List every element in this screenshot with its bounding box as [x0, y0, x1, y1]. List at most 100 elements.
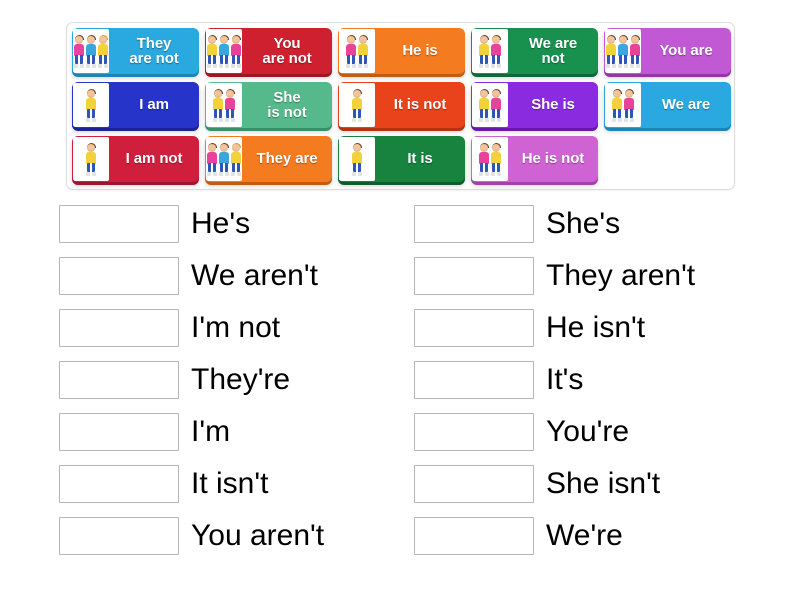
- person-figure-icon: [231, 35, 242, 69]
- draggable-tile[interactable]: It is not: [338, 82, 465, 128]
- answer-prompt-text: I'm: [191, 415, 231, 448]
- person-figure-icon: [491, 89, 502, 123]
- tile-people-thumbnail-icon: [73, 83, 109, 127]
- tile-label: You are not: [262, 34, 312, 67]
- answer-drop-box[interactable]: [414, 205, 534, 243]
- draggable-tile[interactable]: You are: [604, 28, 731, 74]
- answer-row: It isn't: [59, 458, 324, 510]
- person-figure-icon: [352, 143, 363, 177]
- draggable-tile[interactable]: She is: [471, 82, 598, 128]
- answer-prompt-text: It's: [546, 363, 584, 396]
- draggable-tile[interactable]: He is not: [471, 136, 598, 182]
- person-figure-icon: [479, 143, 490, 177]
- answer-prompt-text: It isn't: [191, 467, 269, 500]
- draggable-tile[interactable]: I am: [72, 82, 199, 128]
- tile-label: He is: [402, 42, 438, 60]
- person-figure-icon: [231, 143, 242, 177]
- answer-prompt-text: She's: [546, 207, 621, 240]
- tile-people-thumbnail-icon: [472, 83, 508, 127]
- tile-people-thumbnail-icon: [206, 29, 242, 73]
- answer-prompt-text: He's: [191, 207, 251, 240]
- person-figure-icon: [479, 35, 490, 69]
- tile-label: It is: [407, 150, 433, 168]
- tile-label: He is not: [521, 150, 585, 168]
- answer-row: She's: [414, 198, 695, 250]
- tile-label: We are: [661, 96, 711, 114]
- draggable-tile[interactable]: They are not: [72, 28, 199, 74]
- tile-label: They are: [256, 150, 318, 168]
- answer-drop-box[interactable]: [59, 309, 179, 347]
- person-figure-icon: [612, 89, 623, 123]
- answer-drop-box[interactable]: [414, 413, 534, 451]
- person-figure-icon: [213, 89, 224, 123]
- answer-row: We're: [414, 510, 695, 562]
- answer-row: They're: [59, 354, 324, 406]
- person-figure-icon: [606, 35, 617, 69]
- person-figure-icon: [219, 35, 230, 69]
- answer-prompt-text: They're: [191, 363, 291, 396]
- answer-drop-box[interactable]: [414, 309, 534, 347]
- tile-people-thumbnail-icon: [605, 29, 641, 73]
- answer-row: He isn't: [414, 302, 695, 354]
- answer-drop-box[interactable]: [59, 517, 179, 555]
- answer-row: They aren't: [414, 250, 695, 302]
- answer-drop-box[interactable]: [414, 517, 534, 555]
- person-figure-icon: [618, 35, 629, 69]
- draggable-tile[interactable]: It is: [338, 136, 465, 182]
- answer-prompt-text: You're: [546, 415, 630, 448]
- tile-people-thumbnail-icon: [339, 137, 375, 181]
- person-figure-icon: [491, 143, 502, 177]
- draggable-tile[interactable]: We are: [604, 82, 731, 128]
- answer-drop-box[interactable]: [59, 205, 179, 243]
- person-figure-icon: [346, 35, 357, 69]
- person-figure-icon: [86, 89, 97, 123]
- person-figure-icon: [479, 89, 490, 123]
- answer-drop-box[interactable]: [59, 257, 179, 295]
- answer-row: She isn't: [414, 458, 695, 510]
- person-figure-icon: [86, 143, 97, 177]
- answer-drop-box[interactable]: [59, 413, 179, 451]
- tile-people-thumbnail-icon: [73, 137, 109, 181]
- answer-drop-box[interactable]: [414, 361, 534, 399]
- person-figure-icon: [225, 89, 236, 123]
- tile-people-thumbnail-icon: [206, 83, 242, 127]
- answer-row: He's: [59, 198, 324, 250]
- tile-label: I am: [139, 96, 169, 114]
- tile-label: She is: [531, 96, 575, 114]
- answer-drop-box[interactable]: [414, 257, 534, 295]
- answer-row: You aren't: [59, 510, 324, 562]
- tile-row: They are not You are not He is We are not You a…: [72, 28, 734, 81]
- answer-prompt-text: She isn't: [546, 467, 661, 500]
- person-figure-icon: [98, 35, 109, 69]
- tile-people-thumbnail-icon: [472, 29, 508, 73]
- answer-row: You're: [414, 406, 695, 458]
- tile-people-thumbnail-icon: [206, 137, 242, 181]
- draggable-tile[interactable]: We are not: [471, 28, 598, 74]
- answer-drop-box[interactable]: [414, 465, 534, 503]
- tile-people-thumbnail-icon: [339, 29, 375, 73]
- answer-drop-box[interactable]: [59, 361, 179, 399]
- draggable-tile[interactable]: I am not: [72, 136, 199, 182]
- draggable-tile[interactable]: They are: [205, 136, 332, 182]
- person-figure-icon: [491, 35, 502, 69]
- person-figure-icon: [630, 35, 641, 69]
- draggable-tile[interactable]: He is: [338, 28, 465, 74]
- person-figure-icon: [358, 35, 369, 69]
- answer-drop-box[interactable]: [59, 465, 179, 503]
- answer-row: I'm: [59, 406, 324, 458]
- person-figure-icon: [624, 89, 635, 123]
- tile-row: I am She is not It is not She is We are: [72, 82, 734, 135]
- answer-prompt-text: I'm not: [191, 311, 281, 344]
- person-figure-icon: [352, 89, 363, 123]
- tile-people-thumbnail-icon: [605, 83, 641, 127]
- tile-label: They are not: [129, 34, 179, 67]
- answer-prompt-text: You aren't: [191, 519, 325, 552]
- answer-prompt-text: He isn't: [546, 311, 646, 344]
- tile-label: She is not: [267, 88, 307, 121]
- tile-label: You are: [659, 42, 713, 60]
- draggable-tile[interactable]: You are not: [205, 28, 332, 74]
- answer-prompt-text: We're: [546, 519, 623, 552]
- draggable-tile-tray: They are not You are not He is We are not You a…: [66, 22, 735, 190]
- person-figure-icon: [74, 35, 85, 69]
- draggable-tile[interactable]: She is not: [205, 82, 332, 128]
